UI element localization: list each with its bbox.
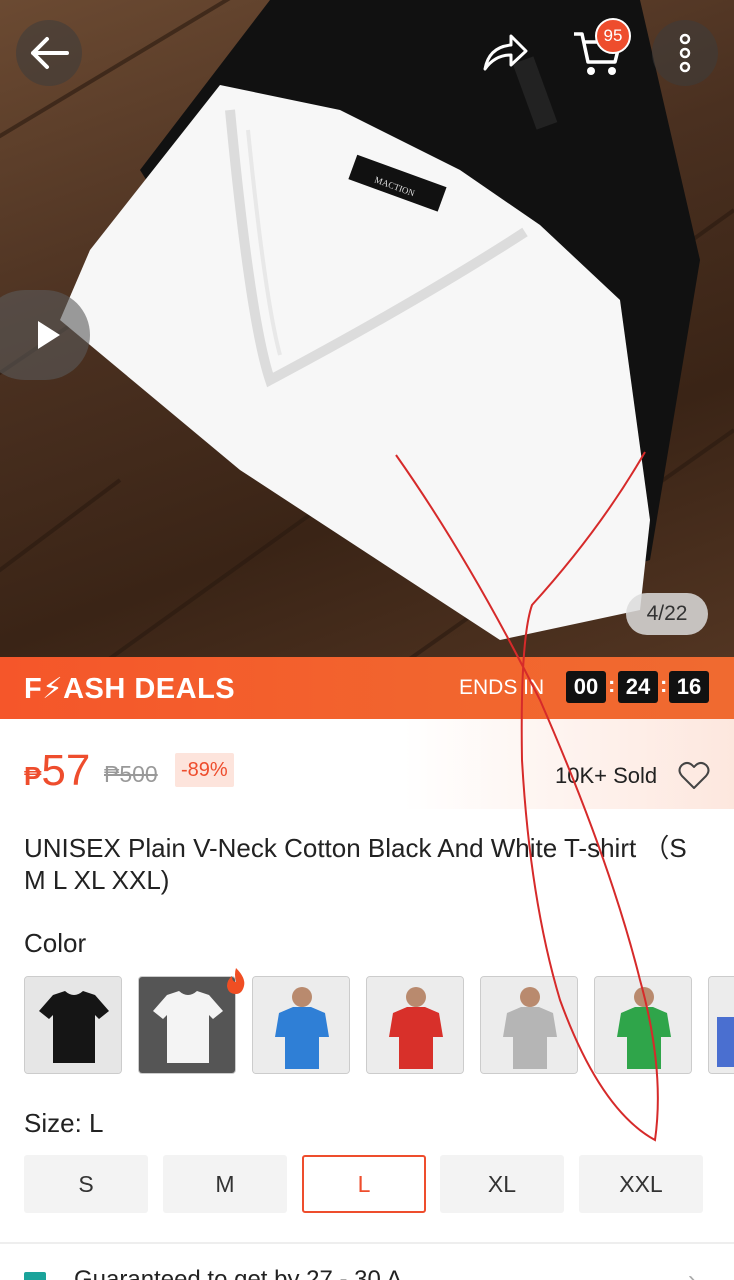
heart-outline-icon: [678, 761, 710, 789]
color-option-more[interactable]: [708, 976, 734, 1074]
model-thumbnail: [709, 977, 734, 1073]
current-price: ₱57: [24, 746, 90, 796]
model-thumbnail: [481, 977, 577, 1073]
size-option-xl[interactable]: XL: [440, 1155, 564, 1213]
product-photo: MACTION: [0, 0, 734, 657]
model-thumbnail: [367, 977, 463, 1073]
arrow-left-icon: [31, 37, 69, 69]
more-vertical-icon: [679, 33, 691, 73]
model-thumbnail: [253, 977, 349, 1073]
color-option-red[interactable]: [366, 976, 464, 1074]
shipping-guarantee[interactable]: Guaranteed to get by 27 - 30 A: [74, 1266, 402, 1280]
ends-in-label: ENDS IN: [459, 676, 545, 699]
color-option-black[interactable]: [24, 976, 122, 1074]
timer-minutes: 24: [618, 671, 658, 703]
share-icon: [483, 34, 528, 71]
currency-symbol: ₱: [24, 761, 42, 791]
play-icon: [38, 321, 60, 349]
size-option-l[interactable]: L: [302, 1155, 426, 1213]
price-section: ₱57 ₱500 -89% 10K+ Sold: [0, 719, 734, 809]
color-section-label: Color: [24, 928, 87, 958]
flash-deals-title: F⚡ASH DEALS: [24, 673, 236, 705]
product-title: UNISEX Plain V-Neck Cotton Black And Whi…: [24, 833, 687, 895]
size-option-m[interactable]: M: [163, 1155, 287, 1213]
discount-badge: -89%: [175, 753, 234, 787]
shipping-truck-icon: [24, 1272, 46, 1280]
color-option-blue[interactable]: [252, 976, 350, 1074]
image-page-counter: 4/22: [626, 593, 708, 635]
tshirt-thumbnail: [139, 977, 235, 1073]
color-option-gray[interactable]: [480, 976, 578, 1074]
flash-deals-banner[interactable]: F⚡ASH DEALS ENDS IN 00 : 24 : 16: [0, 657, 734, 719]
tshirt-thumbnail: [25, 977, 121, 1073]
chevron-right-icon[interactable]: ›: [688, 1266, 696, 1280]
product-image-gallery[interactable]: MACTION: [0, 0, 734, 657]
original-price: ₱500: [104, 761, 158, 787]
timer-seconds: 16: [669, 671, 709, 703]
favorite-button[interactable]: [678, 761, 710, 796]
share-button[interactable]: [472, 20, 538, 86]
play-video-button[interactable]: [0, 290, 90, 380]
current-price-value: 57: [41, 746, 91, 795]
size-option-xxl[interactable]: XXL: [579, 1155, 703, 1213]
fire-icon: [224, 966, 248, 1001]
model-thumbnail: [595, 977, 691, 1073]
more-options-button[interactable]: [652, 20, 718, 86]
timer-hours: 00: [566, 671, 606, 703]
section-divider: [0, 1242, 734, 1244]
color-option-green[interactable]: [594, 976, 692, 1074]
timer-separator: :: [608, 672, 616, 697]
color-option-white[interactable]: [138, 976, 236, 1074]
sold-count: 10K+ Sold: [555, 763, 658, 788]
timer-separator: :: [660, 672, 668, 697]
size-option-s[interactable]: S: [24, 1155, 148, 1213]
cart-count-badge: 95: [595, 18, 631, 54]
size-section-label: Size: L: [24, 1108, 104, 1138]
back-button[interactable]: [16, 20, 82, 86]
